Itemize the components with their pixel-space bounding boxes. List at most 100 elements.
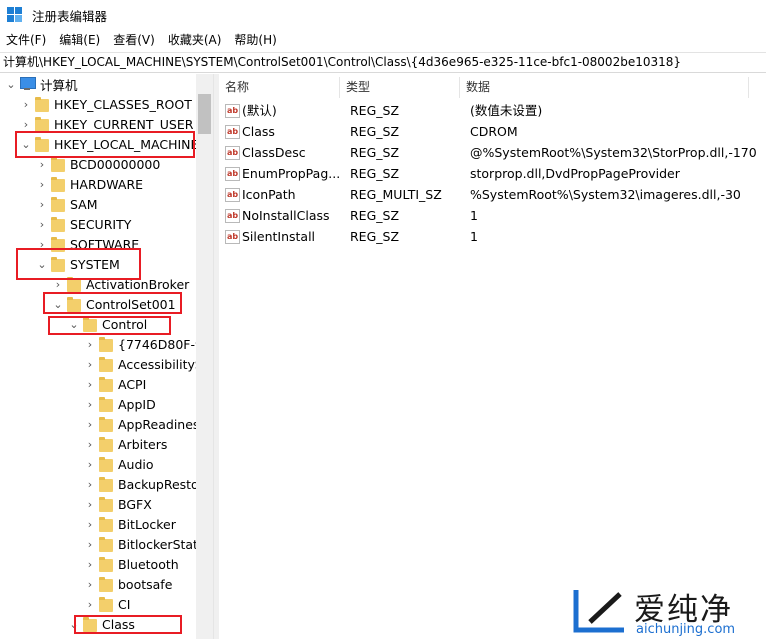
chevron-right-icon[interactable]: › [84,334,96,354]
tree-item[interactable]: › BitLocker [84,514,176,534]
chevron-right-icon[interactable]: › [84,554,96,574]
value-type: REG_MULTI_SZ [350,187,442,202]
column-header-name[interactable]: 名称 [219,77,340,98]
tree-label: Bluetooth [118,556,179,572]
folder-icon [99,476,113,492]
value-type: REG_SZ [350,229,400,244]
value-type: REG_SZ [350,145,400,160]
tree-item[interactable]: › CI [84,594,130,614]
chevron-right-icon[interactable]: › [84,514,96,534]
list-item[interactable]: ab EnumPropPag... REG_SZ storprop.dll,DvdPr… [219,163,756,184]
tree-item[interactable]: › Audio [84,454,154,474]
tree-item[interactable]: › HARDWARE [36,174,143,194]
menu-favorites[interactable]: 收藏夹(A) [162,30,229,51]
folder-icon [51,176,65,192]
chevron-right-icon[interactable]: › [20,94,32,114]
tree-item[interactable]: › AccessibilityS [84,354,203,374]
string-value-icon: ab [225,124,240,139]
chevron-right-icon[interactable]: › [84,354,96,374]
value-type: REG_SZ [350,166,400,181]
chevron-right-icon[interactable]: › [84,414,96,434]
string-value-icon: ab [225,208,240,223]
folder-icon [99,556,113,572]
tree-item[interactable]: › HKEY_CLASSES_ROOT [20,94,192,114]
value-type: REG_SZ [350,124,400,139]
tree-item[interactable]: › BackupResto [84,474,199,494]
chevron-down-icon[interactable]: ⌄ [5,74,17,94]
folder-icon [99,336,113,352]
chevron-right-icon[interactable]: › [84,454,96,474]
window-title: 注册表编辑器 [32,8,108,24]
column-header-type[interactable]: 类型 [340,77,460,98]
tree-root[interactable]: ⌄ 计算机 [5,74,78,94]
list-item[interactable]: ab NoInstallClass REG_SZ 1 [219,205,756,226]
menu-bar: 文件(F) 编辑(E) 查看(V) 收藏夹(A) 帮助(H) [0,30,766,51]
column-header-data[interactable]: 数据 [460,77,749,98]
highlight-box-hklm [15,131,195,158]
folder-icon [99,596,113,612]
menu-file[interactable]: 文件(F) [0,30,53,51]
chevron-right-icon[interactable]: › [84,394,96,414]
value-list: 名称 类型 数据 ab (默认) REG_SZ (数值未设置) ab Class REG_S… [219,74,766,639]
list-item[interactable]: ab SilentInstall REG_SZ 1 [219,226,756,247]
tree-item[interactable]: › BitlockerStatu [84,534,206,554]
chevron-right-icon[interactable]: › [36,194,48,214]
value-data: %SystemRoot%\System32\imageres.dll,-30 [470,187,741,202]
tree-item[interactable]: › Bluetooth [84,554,179,574]
computer-icon [19,77,36,91]
tree-label: Arbiters [118,436,168,452]
list-item[interactable]: ab ClassDesc REG_SZ @%SystemRoot%\System32\… [219,142,756,163]
menu-view[interactable]: 查看(V) [107,30,162,51]
list-item[interactable]: ab Class REG_SZ CDROM [219,121,756,142]
tree-item[interactable]: › AppReadines [84,414,199,434]
chevron-right-icon[interactable]: › [84,574,96,594]
chevron-right-icon[interactable]: › [84,594,96,614]
list-header: 名称 类型 数据 [219,77,766,98]
highlight-box-controlset001 [43,292,182,314]
brand-logo-icon [573,590,624,633]
watermark: 爱纯净 aichunjing.com [570,586,766,639]
chevron-right-icon[interactable]: › [36,214,48,234]
list-item[interactable]: ab IconPath REG_MULTI_SZ %SystemRoot%\Syste… [219,184,756,205]
menu-edit[interactable]: 编辑(E) [53,30,107,51]
string-value-icon: ab [225,229,240,244]
chevron-right-icon[interactable]: › [84,374,96,394]
folder-icon [51,216,65,232]
address-bar[interactable]: 计算机\HKEY_LOCAL_MACHINE\SYSTEM\ControlSet… [0,52,766,73]
value-data: CDROM [470,124,518,139]
value-data: 1 [470,229,478,244]
title-bar: 注册表编辑器 [0,0,766,30]
chevron-right-icon[interactable]: › [84,534,96,554]
tree-label: HKEY_CLASSES_ROOT [54,96,192,112]
chevron-right-icon[interactable]: › [36,174,48,194]
tree-item[interactable]: › Arbiters [84,434,167,454]
registry-editor-icon [7,7,23,23]
chevron-right-icon[interactable]: › [84,474,96,494]
chevron-right-icon[interactable]: › [84,434,96,454]
chevron-right-icon[interactable]: › [84,494,96,514]
value-name: SilentInstall [242,229,316,244]
tree-item[interactable]: › bootsafe [84,574,172,594]
tree-item[interactable]: › AppID [84,394,156,414]
folder-icon [99,436,113,452]
tree-item[interactable]: › SECURITY [36,214,131,234]
tree-label: SAM [70,196,98,212]
folder-icon [99,376,113,392]
tree-item[interactable]: › ACPI [84,374,146,394]
tree-item[interactable]: › SAM [36,194,98,214]
value-name: NoInstallClass [242,208,330,223]
tree-item[interactable]: › {7746D80F-97 [84,334,211,354]
tree-label: AccessibilityS [118,356,203,372]
list-item[interactable]: ab (默认) REG_SZ (数值未设置) [219,100,756,121]
string-value-icon: ab [225,103,240,118]
folder-icon [99,496,113,512]
tree-label: bootsafe [118,576,173,592]
folder-icon [99,516,113,532]
scrollbar-thumb[interactable] [198,94,211,134]
menu-help[interactable]: 帮助(H) [228,30,283,51]
tree-pane[interactable]: ⌄ 计算机 › HKEY_CLASSES_ROOT › HKEY_CURRENT_US… [0,74,213,639]
tree-item[interactable]: › BGFX [84,494,152,514]
tree-scrollbar[interactable] [196,74,213,639]
folder-icon [99,396,113,412]
value-data: @%SystemRoot%\System32\StorProp.dll,-170… [470,145,756,160]
